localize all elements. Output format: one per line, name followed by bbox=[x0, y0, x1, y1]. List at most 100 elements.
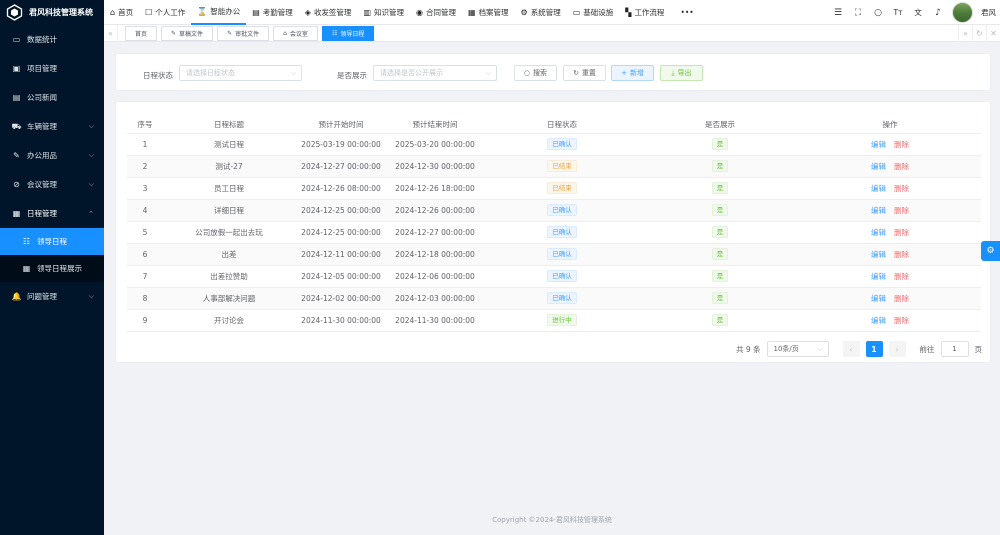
sidebar-item-label: 会议管理 bbox=[27, 180, 57, 189]
tab-tag[interactable]: 首页 bbox=[125, 25, 158, 41]
search-icon[interactable]: ○ bbox=[872, 8, 884, 18]
topnav-item[interactable]: ⌂ 首页 bbox=[104, 0, 139, 25]
topnav-item[interactable]: ▦ 档案管理 bbox=[462, 0, 515, 25]
topnav-label: 个人工作 bbox=[155, 7, 186, 17]
add-button[interactable]: + 新增 bbox=[611, 65, 654, 81]
delete-link[interactable]: 删除 bbox=[894, 294, 909, 303]
delete-link[interactable]: 删除 bbox=[894, 272, 909, 281]
cell-end: 2024-11-30 00:00:00 bbox=[387, 309, 483, 332]
tab-tag[interactable]: ⌂ 会议室 bbox=[273, 25, 318, 41]
topnav-item[interactable]: ▭ 基础设施 bbox=[567, 0, 620, 25]
edit-link[interactable]: 编辑 bbox=[871, 184, 886, 193]
tab-tag[interactable]: ✎ 审批文件 bbox=[217, 25, 270, 41]
sidebar-item-label: 车辆管理 bbox=[27, 122, 57, 131]
sidebar-item-label: 项目管理 bbox=[27, 64, 57, 73]
column-header: 预计结束时间 bbox=[387, 116, 483, 134]
edit-link[interactable]: 编辑 bbox=[871, 250, 886, 259]
edit-link[interactable]: 编辑 bbox=[871, 140, 886, 149]
reset-button-label: 重置 bbox=[581, 69, 596, 77]
sidebar-item[interactable]: ▤ 公司新闻 bbox=[0, 83, 104, 112]
public-select[interactable]: 请选择是否公开展示 ⌵ bbox=[373, 65, 497, 81]
sidebar-subitem[interactable]: ☷ 领导日程 bbox=[0, 228, 104, 255]
delete-link[interactable]: 删除 bbox=[894, 162, 909, 171]
edit-link[interactable]: 编辑 bbox=[871, 316, 886, 325]
cell-end: 2024-12-30 00:00:00 bbox=[387, 155, 483, 178]
delete-link[interactable]: 删除 bbox=[894, 228, 909, 237]
topnav-item[interactable]: ◈ 收发签管理 bbox=[299, 0, 358, 25]
sidebar-subitem[interactable]: ▦ 领导日程展示 bbox=[0, 255, 104, 282]
delete-link[interactable]: 删除 bbox=[894, 250, 909, 259]
page-size-select[interactable]: 10条/页 ⌵ bbox=[766, 341, 829, 357]
close-tags-icon[interactable]: ✕ bbox=[986, 25, 1000, 42]
settings-gear-icon[interactable]: ⚙ bbox=[981, 241, 1000, 261]
status-select[interactable]: 请选择日程状态 ⌵ bbox=[179, 65, 302, 81]
page-number-current[interactable]: 1 bbox=[865, 341, 883, 357]
edit-link[interactable]: 编辑 bbox=[871, 294, 886, 303]
sidebar-item[interactable]: ✎ 办公用品 ⌵ bbox=[0, 141, 104, 170]
search-button[interactable]: ○ 搜索 bbox=[514, 65, 557, 81]
next-page-button[interactable]: › bbox=[888, 341, 906, 357]
reset-button[interactable]: ↻ 重置 bbox=[563, 65, 606, 81]
topnav-item[interactable]: ⌛ 智能办公 bbox=[191, 0, 247, 25]
edit-link[interactable]: 编辑 bbox=[871, 162, 886, 171]
sidebar-item[interactable]: ⛟ 车辆管理 ⌵ bbox=[0, 112, 104, 141]
reset-icon: ↻ bbox=[573, 69, 579, 77]
show-badge: 是 bbox=[711, 138, 729, 150]
tab-tag[interactable]: ☷ 领导日程 bbox=[321, 25, 375, 41]
edit-link[interactable]: 编辑 bbox=[871, 206, 886, 215]
goto-page-input[interactable]: 1 bbox=[940, 341, 969, 357]
topnav-item[interactable]: ◉ 合同管理 bbox=[410, 0, 462, 25]
cell-title: 公司放假一起出去玩 bbox=[163, 221, 295, 244]
tag-label: 会议室 bbox=[289, 30, 308, 38]
cell-status: 进行中 bbox=[483, 309, 641, 332]
edit-link[interactable]: 编辑 bbox=[871, 272, 886, 281]
topnav-item[interactable]: ▤ 考勤管理 bbox=[246, 0, 299, 25]
delete-link[interactable]: 删除 bbox=[894, 184, 909, 193]
sidebar-item[interactable]: ▦ 日程管理 ⌃ bbox=[0, 199, 104, 228]
sidebar-item[interactable]: ▣ 项目管理 bbox=[0, 54, 104, 83]
goto-suffix: 页 bbox=[974, 344, 983, 354]
sidebar-item-label: 日程管理 bbox=[27, 209, 57, 218]
status-label: 日程状态 bbox=[143, 71, 173, 80]
topnav-item[interactable]: ▚ 工作流程 bbox=[619, 0, 670, 25]
fullscreen-icon[interactable]: ⛶ bbox=[852, 8, 864, 18]
status-badge: 已结束 bbox=[547, 182, 577, 194]
refresh-icon[interactable]: ↻ bbox=[972, 25, 986, 42]
notification-bell-icon[interactable]: ♪ bbox=[932, 8, 944, 18]
topnav-label: 工作流程 bbox=[634, 7, 665, 17]
prev-page-button[interactable]: ‹ bbox=[842, 341, 860, 357]
delete-link[interactable]: 删除 bbox=[894, 316, 909, 325]
sidebar-item[interactable]: ⊘ 会议管理 ⌵ bbox=[0, 170, 104, 199]
delete-link[interactable]: 删除 bbox=[894, 206, 909, 215]
translate-icon[interactable]: 文 bbox=[912, 7, 924, 18]
chevron-down-icon: ⌵ bbox=[88, 151, 94, 159]
delete-link[interactable]: 删除 bbox=[894, 140, 909, 149]
avatar[interactable] bbox=[952, 2, 973, 23]
sidebar-item[interactable]: ▭ 数据统计 bbox=[0, 25, 104, 54]
font-size-icon[interactable]: Tт bbox=[892, 8, 904, 17]
sidebar-item[interactable]: 🔔 问题管理 ⌵ bbox=[0, 282, 104, 311]
more-menu-button[interactable]: ••• bbox=[670, 0, 703, 25]
tab-tag[interactable]: ✎ 草稿文件 bbox=[161, 25, 214, 41]
menu-toggle-icon[interactable]: ☰ bbox=[832, 8, 844, 18]
cell-status: 已确认 bbox=[483, 287, 641, 310]
cell-actions: 编辑 删除 bbox=[799, 177, 981, 200]
edit-link[interactable]: 编辑 bbox=[871, 228, 886, 237]
topnav-item[interactable]: ⚙ 系统管理 bbox=[515, 0, 567, 25]
scroll-left-icon[interactable]: « bbox=[104, 24, 118, 42]
export-button[interactable]: ⤓ 导出 bbox=[660, 65, 703, 81]
cell-no: 4 bbox=[127, 199, 163, 222]
cell-status: 已确认 bbox=[483, 221, 641, 244]
topnav-item[interactable]: ☐ 个人工作 bbox=[139, 0, 191, 25]
sidebar-item-label: 数据统计 bbox=[27, 35, 57, 44]
sidebar-subitem-label: 领导日程 bbox=[37, 237, 67, 246]
nav-icon: ▥ bbox=[363, 7, 371, 17]
scroll-right-icon[interactable]: » bbox=[958, 25, 972, 42]
cell-start: 2024-12-27 00:00:00 bbox=[295, 155, 387, 178]
app-logo[interactable]: 君风科技管理系统 bbox=[0, 0, 104, 25]
meeting-icon: ⊘ bbox=[13, 180, 20, 189]
topnav-item[interactable]: ▥ 知识管理 bbox=[357, 0, 410, 25]
cell-show: 是 bbox=[641, 177, 799, 200]
user-name[interactable]: 君风 bbox=[981, 7, 996, 18]
table-row: 6 出差 2024-12-11 00:00:00 2024-12-18 00:00:0… bbox=[127, 243, 981, 266]
